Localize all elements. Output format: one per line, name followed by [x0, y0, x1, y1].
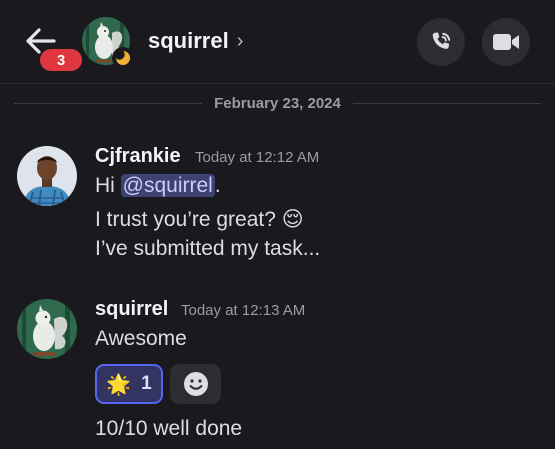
- message-author[interactable]: squirrel: [95, 298, 168, 321]
- squirrel-avatar-image: [17, 299, 77, 359]
- divider-line: [352, 102, 541, 104]
- add-reaction-button[interactable]: [170, 364, 221, 404]
- reaction-button[interactable]: 🌟 1: [95, 364, 163, 404]
- message-line: I trust you’re great? 😌: [95, 208, 304, 231]
- message-line: Awesome: [95, 327, 187, 350]
- video-camera-icon: [493, 34, 519, 50]
- idle-moon-icon: [115, 50, 130, 65]
- video-call-button[interactable]: [482, 18, 530, 66]
- date-divider: February 23, 2024: [14, 92, 541, 114]
- divider-date: February 23, 2024: [214, 94, 341, 112]
- message-text: Hi: [95, 174, 121, 197]
- avatar[interactable]: [17, 146, 77, 206]
- chevron-right-icon: ›: [236, 29, 244, 52]
- message-timestamp: Today at 12:13 AM: [181, 302, 306, 319]
- message-line: I’ve submitted my task...: [95, 237, 321, 260]
- message-text: .: [214, 174, 221, 197]
- channel-title[interactable]: squirrel ›: [148, 28, 243, 54]
- channel-name: squirrel: [148, 28, 229, 53]
- reaction-count: 1: [141, 373, 152, 394]
- unread-badge: 3: [40, 49, 82, 71]
- status-indicator: [112, 47, 134, 69]
- phone-call-icon: [432, 32, 451, 49]
- message-line: 10/10 well done: [95, 417, 243, 440]
- user-mention[interactable]: @squirrel: [120, 174, 215, 197]
- user-avatar-image: [17, 146, 77, 206]
- message-timestamp: Today at 12:12 AM: [195, 149, 320, 166]
- dm-chat-screen: 3 squirrel › February 23, 2024 Cjfrankie…: [0, 0, 555, 449]
- message-author[interactable]: Cjfrankie: [95, 145, 181, 168]
- divider-line: [14, 102, 203, 104]
- chat-header: 3 squirrel ›: [0, 0, 555, 84]
- voice-call-button[interactable]: [417, 18, 465, 66]
- smiley-face-icon: [183, 372, 208, 396]
- avatar[interactable]: [17, 299, 77, 359]
- star-emoji-icon: 🌟: [106, 373, 132, 396]
- message-line: Hi @squirrel.: [95, 174, 221, 198]
